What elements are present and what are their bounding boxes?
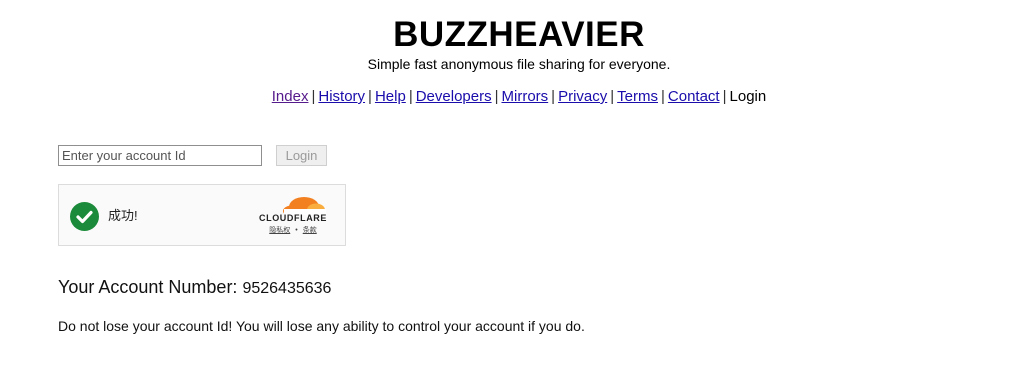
account-number-line: Your Account Number: 9526435636 bbox=[58, 276, 331, 300]
captcha-footer-links: 隐私权 • 条款 bbox=[255, 226, 331, 235]
captcha-terms-link[interactable]: 条款 bbox=[303, 227, 317, 234]
nav-link-help[interactable]: Help bbox=[375, 88, 406, 105]
nav-link-terms[interactable]: Terms bbox=[617, 88, 658, 105]
site-title: BUZZHEAVIER bbox=[393, 15, 645, 54]
account-id-input[interactable] bbox=[58, 144, 262, 166]
nav-separator: | bbox=[311, 88, 316, 105]
nav-separator: | bbox=[551, 88, 556, 105]
nav-link-mirrors[interactable]: Mirrors bbox=[502, 88, 549, 105]
nav-link-privacy[interactable]: Privacy bbox=[558, 88, 607, 105]
link-separator-dot: • bbox=[295, 227, 298, 234]
nav-separator: | bbox=[494, 88, 499, 105]
nav-separator: | bbox=[610, 88, 615, 105]
nav-current-login: Login bbox=[729, 88, 767, 105]
nav-link-developers[interactable]: Developers bbox=[416, 88, 492, 105]
site-tagline: Simple fast anonymous file sharing for e… bbox=[367, 56, 671, 72]
captcha-status-text: 成功! bbox=[108, 208, 138, 223]
nav-separator: | bbox=[408, 88, 413, 105]
account-warning-text: Do not lose your account Id! You will lo… bbox=[58, 318, 585, 334]
login-button[interactable]: Login bbox=[276, 144, 327, 166]
nav-separator: | bbox=[722, 88, 727, 105]
nav-separator: | bbox=[661, 88, 665, 105]
nav-link-index[interactable]: Index bbox=[272, 88, 309, 105]
cloudflare-logo-text: CLOUDFLARE bbox=[259, 213, 327, 223]
cloudflare-captcha-widget[interactable]: 成功! CLOUDFLARE 隐私权 • 条款 bbox=[58, 184, 346, 246]
nav-link-history[interactable]: History bbox=[318, 88, 365, 105]
login-form: Login bbox=[58, 144, 327, 166]
nav-separator: | bbox=[368, 88, 372, 105]
captcha-privacy-link[interactable]: 隐私权 bbox=[269, 227, 290, 234]
account-number-value: 9526435636 bbox=[242, 280, 332, 297]
success-check-icon bbox=[70, 202, 99, 231]
top-nav: Index | History | Help | Developers | Mirrors | Pr… bbox=[0, 87, 1024, 107]
account-number-label: Your Account Number: bbox=[58, 277, 238, 297]
nav-link-contact[interactable]: Contact bbox=[668, 88, 720, 105]
